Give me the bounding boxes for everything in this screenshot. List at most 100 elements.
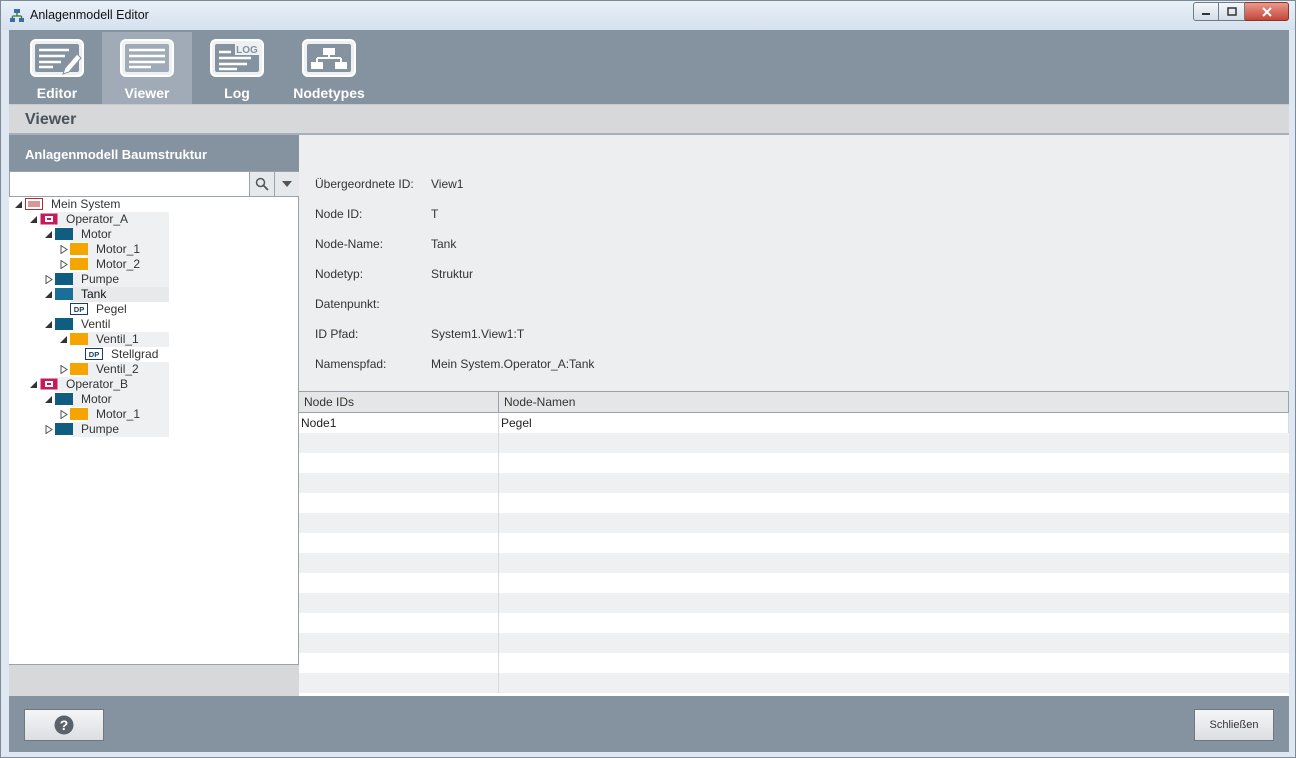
tree-node[interactable]: Motor_2 [9, 257, 299, 272]
element-icon [70, 258, 88, 270]
tree-node[interactable]: Pumpe [9, 422, 299, 437]
search-icon [255, 177, 269, 191]
nodetypes-icon [302, 39, 356, 77]
expanded-arrow-icon [45, 291, 52, 298]
tree-node-label: Mein System [51, 197, 121, 211]
tree-node[interactable]: Operator_A [9, 212, 299, 227]
tree-node[interactable]: Ventil [9, 317, 299, 332]
column-header-node-ids[interactable]: Node IDs [299, 392, 499, 413]
table-header: Node IDs Node-Namen [299, 392, 1289, 413]
structure-icon [55, 393, 73, 405]
maximize-button[interactable] [1219, 2, 1245, 21]
property-label: Namenspfad: [315, 357, 387, 371]
tree-node-label: Motor_2 [96, 257, 141, 271]
property-value: T [431, 207, 439, 221]
tree-node-label: Pegel [96, 302, 127, 316]
close-window-button[interactable] [1245, 2, 1289, 21]
tab-editor[interactable]: Editor [12, 32, 102, 104]
search-button[interactable] [249, 172, 274, 196]
table-row-empty [299, 633, 1289, 653]
tree-node-selected[interactable]: Tank [9, 287, 299, 302]
column-header-node-names[interactable]: Node-Namen [499, 392, 1289, 413]
minimize-icon [1202, 12, 1210, 15]
table-row-empty [299, 493, 1289, 513]
element-icon [70, 363, 88, 375]
collapsed-arrow-icon [60, 365, 68, 374]
window-title: Anlagenmodell Editor [30, 8, 149, 22]
table-cell: Node1 [299, 413, 499, 433]
tree-node-label: Operator_B [66, 377, 129, 391]
title-bar[interactable]: Anlagenmodell Editor [1, 1, 1295, 30]
tree-node[interactable]: Motor [9, 227, 299, 242]
maximize-icon [1226, 7, 1237, 16]
table-row-empty [299, 453, 1289, 473]
tab-nodetypes-label: Nodetypes [293, 85, 365, 101]
tree-panel-title: Anlagenmodell Baumstruktur [25, 147, 208, 162]
help-button[interactable]: ? [24, 709, 104, 741]
collapsed-arrow-icon [60, 260, 68, 269]
tree-node[interactable]: Motor [9, 392, 299, 407]
tab-log-label: Log [224, 85, 250, 101]
tree-node-label: Motor [81, 392, 112, 406]
tree-node[interactable]: Mein System [9, 197, 299, 212]
tree-node-label: Motor [81, 227, 112, 241]
element-icon [70, 333, 88, 345]
structure-icon [55, 273, 73, 285]
log-icon: LOG [210, 39, 264, 77]
collapsed-arrow-icon [60, 245, 68, 254]
structure-icon [55, 288, 73, 300]
tree-search-input[interactable] [10, 172, 249, 196]
tab-log[interactable]: LOG Log [192, 32, 282, 104]
footer-bar: ? Schließen [9, 696, 1289, 752]
table-row[interactable]: Node1 Pegel [299, 413, 1289, 433]
expanded-arrow-icon [45, 231, 52, 238]
tree-node[interactable]: Motor_1 [9, 242, 299, 257]
property-label: Node-Name: [315, 237, 384, 251]
main-toolbar: Editor Viewer LOG Log Nodetypes [9, 30, 1289, 104]
operator-icon [40, 378, 58, 390]
property-label: Datenpunkt: [315, 297, 380, 311]
section-title: Viewer [25, 111, 77, 128]
operator-icon [40, 213, 58, 225]
tree-panel-header: Anlagenmodell Baumstruktur [9, 135, 299, 171]
tree-search-bar [9, 171, 299, 197]
table-row-empty [299, 553, 1289, 573]
tree-node-label: Tank [81, 287, 107, 301]
node-table: Node IDs Node-Namen Node1 Pegel [299, 391, 1289, 696]
property-value: Tank [431, 237, 457, 251]
tree-node[interactable]: Operator_B [9, 377, 299, 392]
tab-nodetypes[interactable]: Nodetypes [284, 32, 374, 104]
svg-text:DP: DP [89, 350, 99, 359]
collapsed-arrow-icon [60, 410, 68, 419]
table-row-empty [299, 433, 1289, 453]
expanded-arrow-icon [60, 336, 67, 343]
svg-text:DP: DP [74, 305, 84, 314]
filter-dropdown-button[interactable] [274, 172, 299, 196]
tree-node-label: Stellgrad [111, 347, 159, 361]
tree-node[interactable]: Ventil_1 [9, 332, 299, 347]
tree-node[interactable]: Motor_1 [9, 407, 299, 422]
tree-node-label: Pumpe [81, 272, 120, 286]
structure-icon [55, 228, 73, 240]
table-row-empty [299, 573, 1289, 593]
table-row-empty [299, 473, 1289, 493]
close-button[interactable]: Schließen [1194, 709, 1274, 741]
table-row-empty [299, 533, 1289, 553]
svg-text:LOG: LOG [236, 45, 258, 56]
table-row-empty [299, 673, 1289, 693]
tree-node[interactable]: DP Stellgrad [9, 347, 299, 362]
structure-icon [55, 423, 73, 435]
property-value: Struktur [431, 267, 474, 281]
expanded-arrow-icon [45, 396, 52, 403]
expanded-arrow-icon [15, 201, 22, 208]
tree-node-label: Pumpe [81, 422, 120, 436]
tree-node-label: Ventil [81, 317, 111, 331]
property-value: Mein System.Operator_A:Tank [431, 357, 595, 371]
tab-viewer[interactable]: Viewer [102, 32, 192, 104]
minimize-button[interactable] [1193, 2, 1219, 21]
tree-node[interactable]: Ventil_2 [9, 362, 299, 377]
expanded-arrow-icon [30, 216, 37, 223]
tree-node[interactable]: DP Pegel [9, 302, 299, 317]
tree-node[interactable]: Pumpe [9, 272, 299, 287]
section-header: Viewer [9, 104, 1289, 135]
